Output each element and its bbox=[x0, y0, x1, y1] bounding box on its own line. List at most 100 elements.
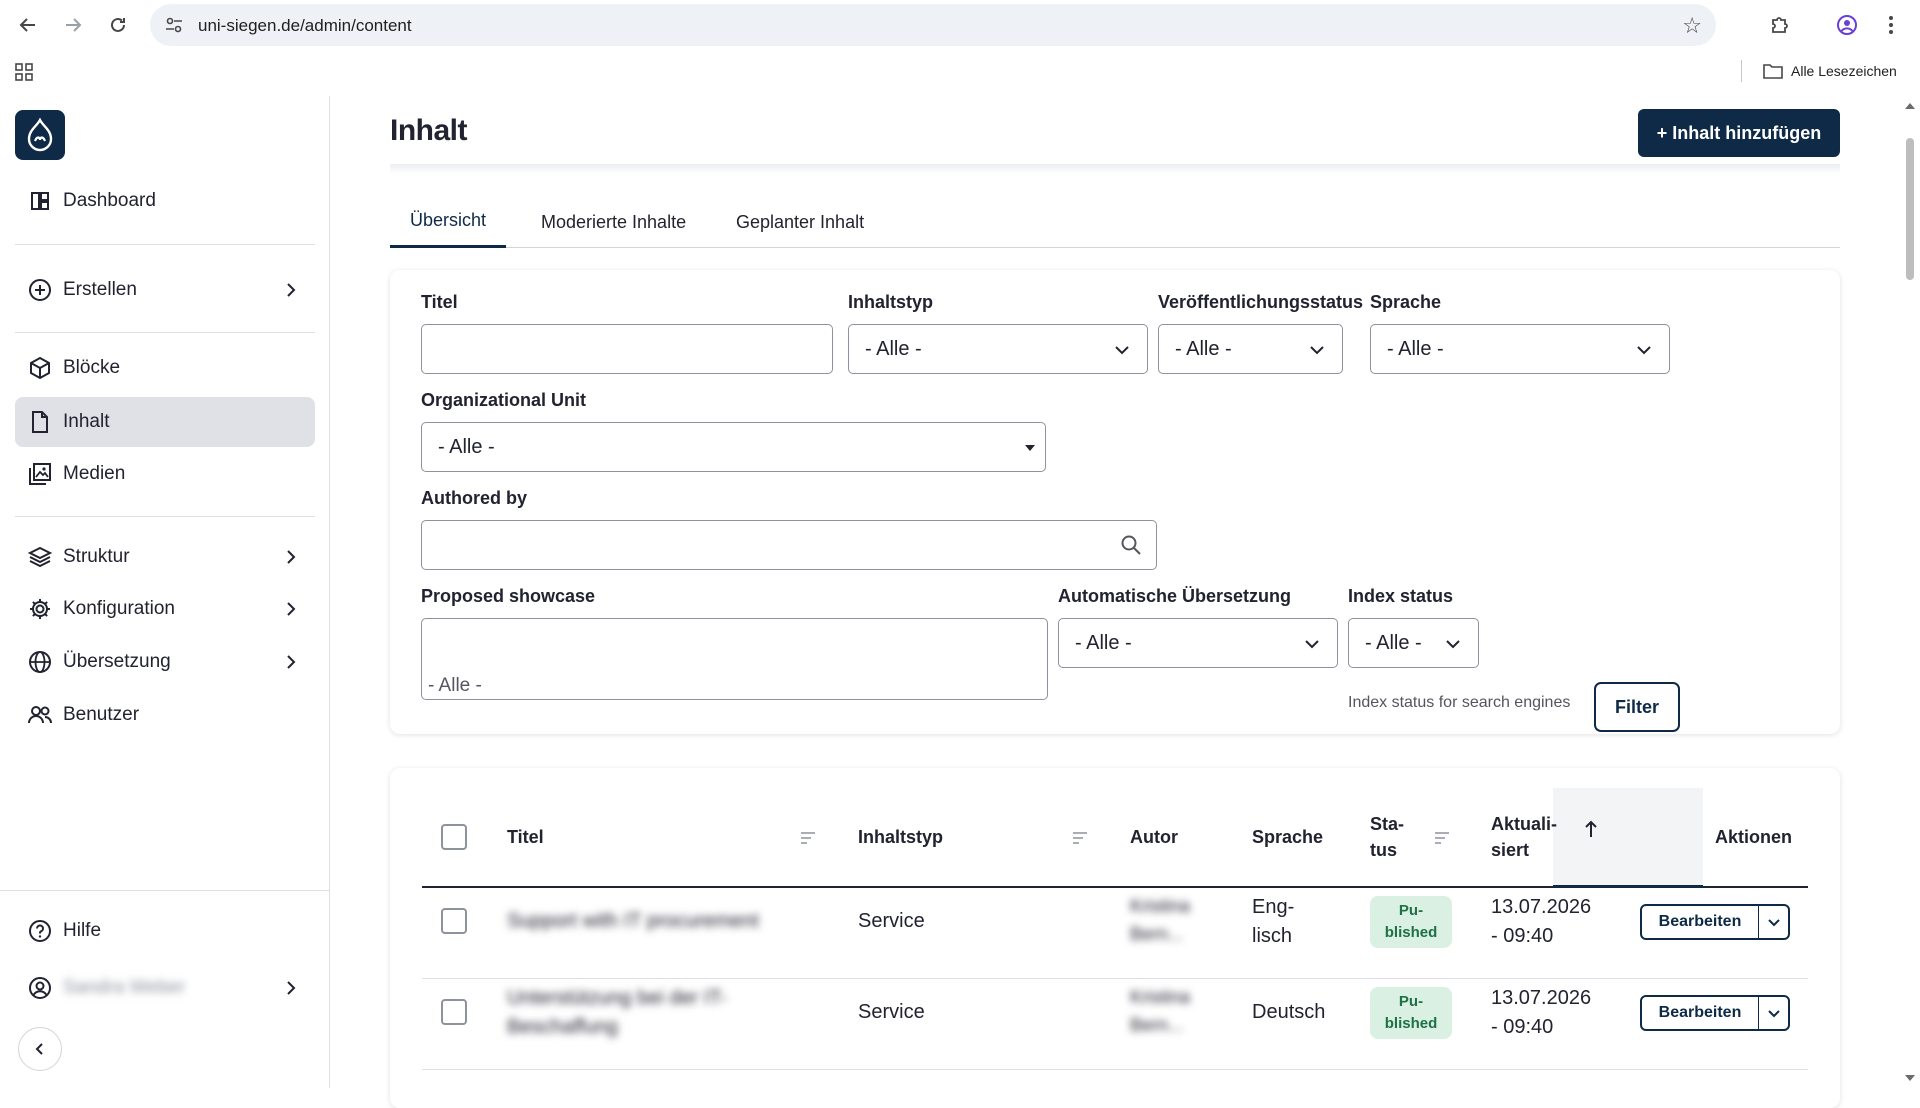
status-filter-label: Veröffentlichungsstatus bbox=[1158, 292, 1364, 312]
all-bookmarks-button[interactable]: Alle Lesezeichen bbox=[1763, 60, 1897, 82]
column-header-author: Autor bbox=[1130, 827, 1178, 847]
column-header-updated-line1[interactable]: Aktuali- bbox=[1491, 814, 1557, 835]
language-filter-value: - Alle - bbox=[1387, 337, 1444, 360]
tab-uebersicht[interactable]: Übersicht bbox=[390, 196, 507, 248]
row-author-line2[interactable]: Bern... bbox=[1130, 924, 1183, 945]
tab-moderierte-inhalte[interactable]: Moderierte Inhalte bbox=[521, 196, 706, 248]
sidebar-divider bbox=[0, 890, 330, 891]
actions-dropdown-toggle[interactable] bbox=[1759, 1006, 1788, 1020]
cube-icon bbox=[27, 355, 53, 381]
site-info-icon[interactable] bbox=[164, 15, 184, 35]
showcase-filter-label: Proposed showcase bbox=[421, 586, 596, 606]
back-icon[interactable] bbox=[12, 12, 44, 38]
row-author-line2[interactable]: Bern... bbox=[1130, 1015, 1183, 1036]
page-scrollbar[interactable] bbox=[1900, 96, 1920, 1088]
sidebar-item-dashboard[interactable]: Dashboard bbox=[15, 176, 315, 226]
select-all-checkbox[interactable] bbox=[441, 824, 467, 850]
sidebar-item-medien[interactable]: Medien bbox=[15, 449, 315, 499]
org-unit-filter-select[interactable]: - Alle - bbox=[421, 422, 1046, 472]
row-author-line1[interactable]: Kristina bbox=[1130, 896, 1190, 917]
sort-icon[interactable] bbox=[1434, 832, 1450, 844]
index-status-filter-select[interactable]: - Alle - bbox=[1348, 618, 1479, 668]
reload-icon[interactable] bbox=[102, 12, 134, 38]
row-time: - 09:40 bbox=[1491, 1016, 1554, 1038]
collapse-sidebar-button[interactable] bbox=[18, 1027, 62, 1071]
tab-geplanter-inhalt[interactable]: Geplanter Inhalt bbox=[716, 196, 884, 248]
status-badge: Pu- blished bbox=[1370, 987, 1452, 1039]
add-content-button[interactable]: + Inhalt hinzufügen bbox=[1638, 109, 1840, 157]
sticky-header-shadow bbox=[390, 164, 1840, 174]
address-bar[interactable]: uni-siegen.de/admin/content ☆ bbox=[150, 4, 1716, 46]
chevron-down-icon bbox=[1310, 346, 1324, 355]
showcase-option[interactable]: - Alle - bbox=[428, 675, 482, 697]
sidebar-item-inhalt[interactable]: Inhalt bbox=[15, 397, 315, 447]
authored-by-input[interactable] bbox=[421, 520, 1157, 570]
scrollbar-thumb[interactable] bbox=[1906, 138, 1914, 280]
main-content: Inhalt + Inhalt hinzufügen Übersicht Mod… bbox=[330, 96, 1900, 1108]
sort-ascending-icon[interactable] bbox=[1584, 820, 1598, 838]
showcase-multiselect[interactable]: - Alle - bbox=[421, 618, 1048, 700]
column-header-status-line2[interactable]: tus bbox=[1370, 840, 1397, 861]
sidebar-item-uebersetzung[interactable]: Übersetzung bbox=[15, 637, 315, 687]
row-title-link-line1[interactable]: Unterstützung bei der IT- bbox=[507, 987, 727, 1010]
edit-button[interactable]: Bearbeiten bbox=[1642, 1004, 1758, 1022]
auto-translation-filter-label: Automatische Übersetzung bbox=[1058, 586, 1292, 606]
title-filter-input[interactable] bbox=[421, 324, 833, 374]
scroll-up-icon[interactable] bbox=[1905, 102, 1915, 110]
drupal-logo[interactable] bbox=[15, 110, 65, 160]
bookmark-star-icon[interactable]: ☆ bbox=[1682, 13, 1702, 39]
url-text[interactable]: uni-siegen.de/admin/content bbox=[198, 16, 412, 36]
forward-icon[interactable] bbox=[57, 12, 89, 38]
column-header-type[interactable]: Inhaltstyp bbox=[858, 827, 943, 848]
sidebar-item-label: Blöcke bbox=[63, 357, 121, 378]
auto-translation-filter-select[interactable]: - Alle - bbox=[1058, 618, 1338, 668]
bookmarks-label[interactable]: Alle Lesezeichen bbox=[1791, 63, 1897, 79]
browser-toolbar: uni-siegen.de/admin/content ☆ Alle Lesez… bbox=[0, 0, 1920, 96]
sidebar-item-label: Benutzer bbox=[63, 704, 140, 725]
language-filter-label: Sprache bbox=[1370, 292, 1442, 312]
edit-button[interactable]: Bearbeiten bbox=[1642, 913, 1758, 931]
content-tabs: Übersicht Moderierte Inhalte Geplanter I… bbox=[390, 196, 1840, 248]
sort-icon[interactable] bbox=[1072, 832, 1088, 844]
apps-grid-icon[interactable] bbox=[14, 62, 34, 82]
profile-icon[interactable] bbox=[1834, 12, 1860, 38]
sidebar-item-konfiguration[interactable]: Konfiguration bbox=[15, 584, 315, 634]
column-header-updated-line2[interactable]: siert bbox=[1491, 840, 1529, 861]
sidebar-item-user[interactable]: Sandra Weber bbox=[15, 963, 315, 1013]
browser-menu-icon[interactable] bbox=[1878, 12, 1904, 38]
chevron-down-icon bbox=[1637, 346, 1651, 355]
row-checkbox[interactable] bbox=[441, 999, 467, 1025]
title-filter-label: Titel bbox=[421, 292, 458, 312]
sidebar-item-label: Konfiguration bbox=[63, 598, 175, 619]
row-title-link[interactable]: Support with IT procurement bbox=[507, 910, 759, 933]
scroll-down-icon[interactable] bbox=[1905, 1074, 1915, 1082]
sidebar-divider bbox=[15, 516, 315, 517]
sidebar-item-hilfe[interactable]: Hilfe bbox=[15, 906, 315, 956]
column-header-status-line1[interactable]: Sta- bbox=[1370, 814, 1404, 835]
status-filter-value: - Alle - bbox=[1175, 337, 1232, 360]
column-header-title[interactable]: Titel bbox=[507, 827, 544, 848]
sidebar-item-struktur[interactable]: Struktur bbox=[15, 532, 315, 582]
row-author-line1[interactable]: Kristina bbox=[1130, 987, 1190, 1008]
help-icon bbox=[27, 918, 53, 944]
chevron-left-icon bbox=[35, 1043, 43, 1055]
user-avatar-icon bbox=[27, 975, 53, 1001]
sort-icon[interactable] bbox=[800, 832, 816, 844]
status-filter-select[interactable]: - Alle - bbox=[1158, 324, 1343, 374]
index-status-filter-label: Index status bbox=[1348, 586, 1454, 606]
row-title-link-line2[interactable]: Beschaffung bbox=[507, 1016, 618, 1039]
type-filter-select[interactable]: - Alle - bbox=[848, 324, 1148, 374]
actions-dropdown-toggle[interactable] bbox=[1759, 915, 1788, 929]
language-filter-select[interactable]: - Alle - bbox=[1370, 324, 1670, 374]
filter-button[interactable]: Filter bbox=[1594, 682, 1680, 732]
status-badge-line1: Pu- bbox=[1398, 902, 1424, 919]
sidebar-item-bloecke[interactable]: Blöcke bbox=[15, 343, 315, 393]
row-date: 13.07.2026 bbox=[1491, 987, 1592, 1009]
sidebar-item-benutzer[interactable]: Benutzer bbox=[15, 690, 315, 740]
sidebar-item-erstellen[interactable]: Erstellen bbox=[15, 265, 315, 315]
layers-icon bbox=[27, 544, 53, 570]
row-checkbox[interactable] bbox=[441, 908, 467, 934]
document-icon bbox=[27, 409, 53, 435]
row-divider bbox=[422, 978, 1808, 979]
extensions-icon[interactable] bbox=[1767, 12, 1793, 38]
